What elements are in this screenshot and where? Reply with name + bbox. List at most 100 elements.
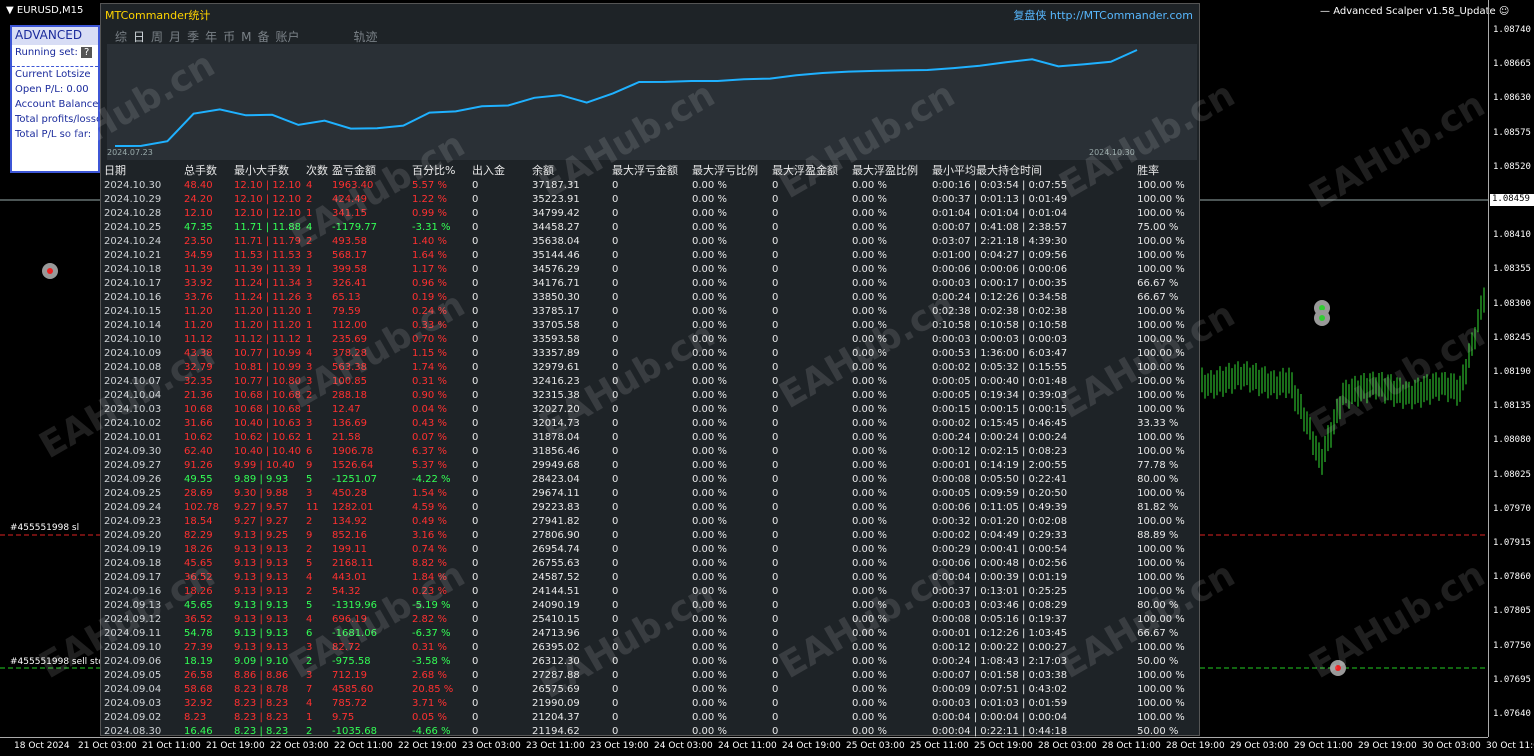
table-cell: 0: [772, 613, 779, 625]
table-cell: 0:10:58 | 0:10:58 | 0:10:58: [932, 319, 1068, 331]
table-cell: 23.50: [184, 235, 213, 247]
table-cell: 2.82 %: [412, 613, 447, 625]
table-cell: [1067, 654, 1137, 668]
table-cell: 2024.09.13: [104, 599, 162, 611]
table-row: 2024.10.02 31.66 10.40 | 10.63 3 136.69 0.43 …: [104, 416, 1187, 430]
table-cell: 0:00:04 | 0:00:39 | 0:01:19: [932, 571, 1068, 583]
table-cell: 0: [612, 263, 619, 275]
table-cell: [1067, 598, 1137, 612]
table-cell: 33.92: [184, 277, 213, 289]
table-cell: 2024.09.04: [104, 683, 162, 695]
table-cell: 2: [306, 655, 313, 667]
table-row: 2024.10.07 32.35 10.77 | 10.80 3 100.85 0.31 …: [104, 374, 1187, 388]
table-cell: [1067, 724, 1137, 738]
table-cell: 0.00 %: [852, 277, 887, 289]
table-cell: 100.00 %: [1137, 403, 1185, 415]
table-cell: 65.13: [332, 291, 361, 303]
time-tick: 29 Oct 03:00: [1230, 741, 1289, 751]
table-cell: 0: [472, 585, 479, 597]
table-cell: 1.84 %: [412, 571, 447, 583]
table-cell: 0: [772, 375, 779, 387]
table-cell: 0: [612, 347, 619, 359]
table-cell: 16.46: [184, 725, 213, 737]
time-tick: 23 Oct 19:00: [590, 741, 649, 751]
mtc-tab[interactable]: 季: [187, 30, 199, 44]
table-cell: 33850.30: [532, 291, 580, 303]
table-cell: 0.96 %: [412, 277, 447, 289]
table-cell: 26755.63: [532, 557, 580, 569]
table-cell: 80.00 %: [1137, 473, 1179, 485]
mtc-tab[interactable]: 备: [257, 30, 269, 44]
table-cell: 0.00 %: [852, 193, 887, 205]
table-cell: 0: [772, 333, 779, 345]
site-name: 复盘侠: [1013, 9, 1047, 22]
table-cell: 0: [472, 487, 479, 499]
table-cell: 77.78 %: [1137, 459, 1179, 471]
table-cell: 0.00 %: [852, 529, 887, 541]
column-header: 总手数: [184, 164, 217, 177]
table-cell: 0: [772, 361, 779, 373]
table-cell: 8.82 %: [412, 557, 447, 569]
table-row: 2024.09.24 102.78 9.27 | 9.57 11 1282.01 4.59…: [104, 500, 1187, 514]
table-cell: 0.00 %: [852, 305, 887, 317]
table-cell: 5: [306, 473, 313, 485]
table-cell: 0: [612, 627, 619, 639]
table-cell: [1067, 430, 1137, 444]
help-button[interactable]: ?: [81, 47, 93, 58]
table-cell: 0:00:02 | 0:05:32 | 0:15:55: [932, 361, 1068, 373]
mtc-site[interactable]: 复盘侠 http://MTCommander.com: [1013, 7, 1193, 23]
price-tick: 1.08355: [1493, 264, 1531, 275]
table-row: 2024.10.04 21.36 10.68 | 10.68 2 288.18 0.90 …: [104, 388, 1187, 402]
table-cell: [1067, 542, 1137, 556]
table-cell: 696.19: [332, 613, 367, 625]
table-cell: 0.00 %: [852, 655, 887, 667]
table-row: 2024.09.03 32.92 8.23 | 8.23 4 785.72 3.71 % 0…: [104, 696, 1187, 710]
table-cell: 32416.23: [532, 375, 580, 387]
table-cell: 0.00 %: [692, 669, 727, 681]
table-cell: 0: [472, 613, 479, 625]
price-tick: 1.08630: [1493, 93, 1531, 104]
column-header: 最大浮亏金额: [612, 164, 678, 177]
mtc-tab[interactable]: 综: [115, 30, 127, 44]
table-cell: 0.00 %: [852, 683, 887, 695]
table-row: 2024.09.13 45.65 9.13 | 9.13 5 -1319.96 -5.19…: [104, 598, 1187, 612]
sell-stop-label: #455551998 sell stop: [10, 657, 110, 667]
mtc-tab[interactable]: 轨迹: [354, 30, 378, 44]
table-cell: 0: [772, 571, 779, 583]
table-cell: 0: [472, 529, 479, 541]
site-url[interactable]: http://MTCommander.com: [1050, 9, 1193, 22]
table-cell: 0: [612, 655, 619, 667]
mtc-tab[interactable]: 年: [205, 30, 217, 44]
table-cell: 9.75: [332, 711, 355, 723]
table-cell: [1067, 528, 1137, 542]
mtc-tab[interactable]: 日: [133, 30, 145, 44]
mtc-tab[interactable]: M: [241, 30, 251, 44]
price-tick: 1.08190: [1493, 367, 1531, 377]
table-cell: 0: [472, 725, 479, 737]
table-cell: 3.16 %: [412, 529, 447, 541]
table-cell: 0: [472, 543, 479, 555]
mtc-tab[interactable]: 月: [169, 30, 181, 44]
table-cell: 0: [612, 389, 619, 401]
table-cell: 0:00:32 | 0:01:20 | 0:02:08: [932, 515, 1068, 527]
total-profits: Total profits/losses: [15, 114, 100, 125]
mtc-tab[interactable]: 周: [151, 30, 163, 44]
table-cell: 0: [612, 641, 619, 653]
table-cell: 0: [612, 683, 619, 695]
table-row: 2024.09.06 18.19 9.09 | 9.10 2 -975.58 -3.58 …: [104, 654, 1187, 668]
table-cell: 102.78: [184, 501, 219, 513]
mtc-tab[interactable]: 币: [223, 30, 235, 44]
table-cell: 450.28: [332, 487, 367, 499]
table-cell: 0.00 %: [852, 333, 887, 345]
table-cell: 11: [306, 501, 319, 513]
table-cell: 0.00 %: [852, 431, 887, 443]
table-cell: 26575.69: [532, 683, 580, 695]
table-cell: 100.00 %: [1137, 641, 1185, 653]
table-cell: 424.49: [332, 193, 367, 205]
table-cell: 0: [772, 263, 779, 275]
mtc-tab[interactable]: 账户: [275, 30, 299, 44]
table-cell: 0.00 %: [852, 585, 887, 597]
table-cell: 0: [772, 403, 779, 415]
ea-label: — Advanced Scalper v1.58_Update ☺: [1320, 6, 1510, 17]
table-cell: 326.41: [332, 277, 367, 289]
